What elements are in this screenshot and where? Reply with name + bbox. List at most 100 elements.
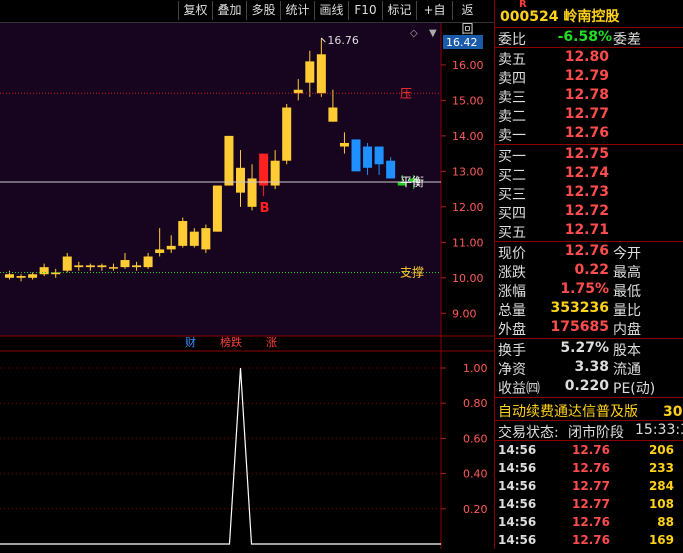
promo-text[interactable]: 自动续费通达信普及版 <box>498 401 638 421</box>
tick-price: 12.76 <box>572 515 610 529</box>
candle[interactable] <box>386 160 396 179</box>
tick-row: 14:56 12.76 206 <box>495 441 683 459</box>
candle[interactable] <box>74 265 84 268</box>
candle[interactable] <box>5 274 14 278</box>
stat2-2-label: 收益㈣ <box>498 381 540 397</box>
candle[interactable] <box>16 276 26 278</box>
weibi-label: 委比 <box>498 32 526 48</box>
kline-chart-area[interactable]: 16.00 15.00 14.00 13.00 12.00 11.00 10.00 9.00 1… <box>0 23 494 549</box>
candle[interactable] <box>155 249 165 253</box>
news-tag[interactable]: 财 <box>185 335 196 349</box>
y-tick-label: 15.00 <box>452 94 484 107</box>
sub-tick-label: 0.40 <box>463 468 488 481</box>
sub-indicator-line <box>0 367 441 545</box>
toolbar-button-7[interactable]: +自选 <box>416 1 452 36</box>
candle[interactable] <box>108 267 118 269</box>
buy-level-5: 买五 12.71 <box>495 221 683 241</box>
candle[interactable] <box>339 142 349 147</box>
buy-level-4: 买四 12.72 <box>495 202 683 222</box>
toolbar-button-4[interactable]: 画线 <box>314 1 348 20</box>
tick-volume: 169 <box>648 533 674 547</box>
toolbar-button-8[interactable]: 返回 <box>452 1 482 36</box>
candle[interactable] <box>247 178 257 207</box>
toolbar-button-3[interactable]: 统计 <box>280 1 314 20</box>
candle[interactable] <box>259 153 269 186</box>
y-tick-label: 9.00 <box>452 307 477 320</box>
candle[interactable] <box>97 265 107 268</box>
candle[interactable] <box>363 146 373 168</box>
candle[interactable] <box>305 61 315 83</box>
candle[interactable] <box>143 256 153 268</box>
candle[interactable] <box>212 185 222 232</box>
candle[interactable] <box>178 221 188 246</box>
stat-3-label2: 量比 <box>613 303 641 319</box>
candle[interactable] <box>351 139 361 172</box>
trade-status-value: 闭市阶段 <box>568 425 624 441</box>
candle[interactable] <box>39 267 49 275</box>
buy-signal-marker: B <box>260 201 270 216</box>
candle[interactable] <box>224 135 234 186</box>
news-tag[interactable]: 榜跌 <box>220 335 242 349</box>
toolbar-button-5[interactable]: F10 <box>348 1 382 20</box>
candle[interactable] <box>282 107 292 161</box>
tick-volume: 233 <box>648 461 674 475</box>
candle[interactable] <box>166 245 176 250</box>
candle[interactable] <box>201 228 211 250</box>
sell-level-1: 卖一 12.76 <box>495 124 683 144</box>
sub-tick-label: 1.00 <box>463 362 488 375</box>
stock-header[interactable]: R 000524 岭南控股 <box>495 0 683 26</box>
high-marker-label: 16.76 <box>327 34 359 47</box>
buy-level-2: 买二 12.74 <box>495 164 683 184</box>
candle[interactable] <box>62 256 72 271</box>
stat-3-value: 353236 <box>550 300 609 316</box>
tick-row: 14:56 12.76 233 <box>495 459 683 477</box>
toolbar-button-6[interactable]: 标记 <box>382 1 416 20</box>
candle[interactable] <box>236 167 245 193</box>
stat-3-label: 总量 <box>498 303 526 319</box>
toolbar-button-2[interactable]: 多股 <box>246 1 280 20</box>
candle[interactable] <box>374 146 384 165</box>
tick-price: 12.77 <box>572 497 610 511</box>
toolbar-button-1[interactable]: 叠加 <box>212 1 246 20</box>
candle[interactable] <box>293 89 303 94</box>
buy-level-1-value: 12.75 <box>564 146 609 162</box>
trade-status-label: 交易状态: <box>498 425 559 441</box>
current-price-label: 16.42 <box>446 36 478 49</box>
kline-chart[interactable]: 16.00 15.00 14.00 13.00 12.00 11.00 10.00 9.00 1… <box>0 23 494 549</box>
tick-time: 14:56 <box>498 497 537 511</box>
stat2-0-value: 5.27% <box>560 340 609 356</box>
stat-2-label: 涨幅 <box>498 284 526 300</box>
sell-level-5-label: 卖五 <box>498 52 526 68</box>
candle[interactable] <box>328 107 338 122</box>
stat-3: 总量 353236 量比 <box>495 299 683 319</box>
candle[interactable] <box>132 265 142 268</box>
promo-row[interactable]: 自动续费通达信普及版 30元 <box>495 400 683 421</box>
stat2-1-label2: 流通 <box>613 362 641 378</box>
candle[interactable] <box>28 274 38 278</box>
sub-tick-label: 0.20 <box>463 503 488 516</box>
collapse-icon[interactable]: ◇ <box>410 28 418 39</box>
tick-price: 12.77 <box>572 479 610 493</box>
promo-price: 30元 <box>663 404 683 420</box>
stat2-0-label: 换手 <box>498 343 526 359</box>
dropdown-icon[interactable]: ▼ <box>429 28 437 39</box>
sell-level-2-value: 12.77 <box>564 106 609 122</box>
tick-volume: 108 <box>648 497 674 511</box>
candle[interactable] <box>51 272 61 275</box>
news-tag[interactable]: 涨 <box>266 336 277 349</box>
tick-row: 14:56 12.77 284 <box>495 477 683 495</box>
sell-level-2-label: 卖二 <box>498 109 526 125</box>
candle[interactable] <box>316 54 326 94</box>
toolbar-button-0[interactable]: 复权 <box>178 1 212 20</box>
tick-price: 12.76 <box>572 533 610 547</box>
candle[interactable] <box>189 231 199 246</box>
tick-volume: 284 <box>648 479 674 493</box>
weibi-row: 委比 -6.58% 委差 <box>495 28 683 48</box>
candle[interactable] <box>120 260 130 268</box>
candle[interactable] <box>85 265 95 268</box>
stat-0: 现价 12.76 今开 <box>495 242 683 262</box>
stat-4: 外盘 175685 内盘 <box>495 318 683 338</box>
stat-1-value: 0.22 <box>574 262 609 278</box>
stock-code: 000524 <box>500 9 559 25</box>
sell-level-4: 卖四 12.79 <box>495 67 683 87</box>
